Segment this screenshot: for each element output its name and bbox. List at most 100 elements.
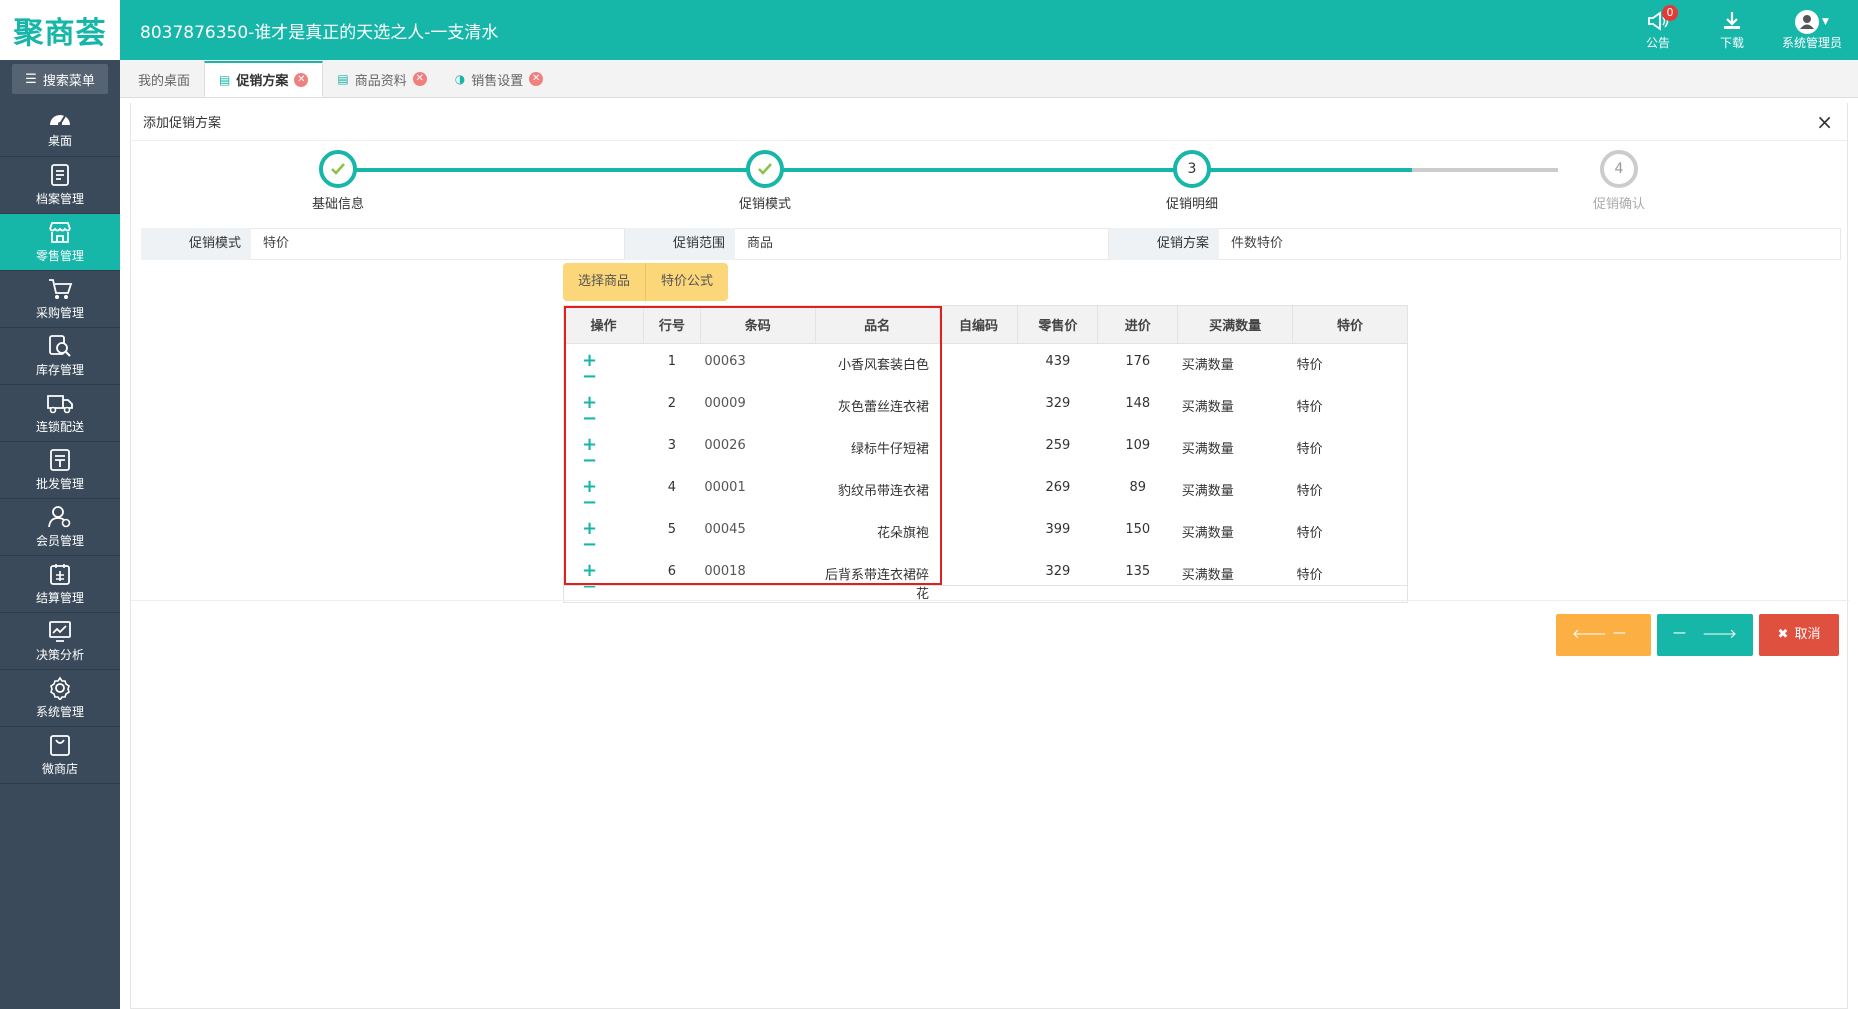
sidebar-item-wholesale[interactable]: 批发管理: [0, 442, 120, 499]
prev-step-button[interactable]: 🡐 上一步: [1556, 585, 1651, 684]
special-price-input[interactable]: 特价: [1293, 344, 1408, 387]
column-header: 特价: [1292, 305, 1408, 344]
tab-promotion-plan[interactable]: ▤ 促销方案 ✕: [204, 61, 324, 97]
close-icon[interactable]: ✕: [412, 72, 427, 86]
close-icon[interactable]: ×: [1816, 110, 1833, 134]
promotion-detail-table: 操作 行号 条码 品名 自编码 零售价 进价 买满数量 特价 +− 1 00063 小…: [563, 305, 1408, 603]
barcode-cell: 00063: [704, 354, 746, 369]
cancel-button[interactable]: ✖ 取消: [1759, 614, 1839, 656]
search-menu-button[interactable]: ☰ 搜索菜单: [12, 64, 108, 94]
qty-threshold-input[interactable]: 买满数量: [1178, 512, 1293, 554]
row-operations: +−: [564, 470, 644, 512]
special-price-input[interactable]: 特价: [1293, 512, 1408, 554]
special-price-input[interactable]: 特价: [1293, 554, 1408, 603]
remove-row-icon[interactable]: −: [582, 578, 597, 596]
sidebar-item-label: 结算管理: [35, 591, 84, 605]
qty-threshold-input[interactable]: 买满数量: [1178, 344, 1293, 387]
sidebar-item-purchase[interactable]: 采购管理: [0, 271, 120, 328]
close-icon[interactable]: ✕: [294, 72, 309, 87]
cart-icon: [49, 279, 73, 299]
remove-row-icon[interactable]: −: [582, 494, 597, 512]
logo[interactable]: 聚商荟: [0, 0, 120, 60]
sidebar-item-inventory[interactable]: 库存管理: [0, 328, 120, 385]
next-step-button[interactable]: 下一步 🡒: [1657, 585, 1753, 684]
tab-label: 销售设置: [471, 73, 524, 89]
sidebar-item-member[interactable]: 会员管理: [0, 499, 120, 556]
row-operations: +−: [564, 386, 644, 428]
file-icon: [51, 164, 69, 186]
qty-threshold-input[interactable]: 买满数量: [1178, 554, 1293, 603]
member-icon: [48, 506, 71, 528]
tab-label: 我的桌面: [138, 73, 191, 89]
column-header: 买满数量: [1177, 305, 1294, 344]
wholesale-icon: [50, 449, 70, 471]
cost-price-cell: 150: [1125, 522, 1151, 537]
panel-header: 添加促销方案 ×: [131, 103, 1847, 141]
self-code-cell: [939, 428, 1018, 470]
qty-threshold-input[interactable]: 买满数量: [1178, 470, 1293, 512]
sidebar-item-label: 桌面: [47, 134, 72, 148]
tab-product-data[interactable]: ▤ 商品资料 ✕: [323, 61, 440, 97]
sidebar-item-label: 库存管理: [35, 363, 84, 377]
step-number: 3: [1173, 150, 1211, 188]
sidebar-item-system[interactable]: 系统管理: [0, 670, 120, 727]
step-label: 基础信息: [311, 197, 364, 212]
cancel-label: 取消: [1794, 627, 1821, 642]
column-header: 零售价: [1017, 305, 1099, 344]
half-circle-icon: ◑: [454, 72, 466, 86]
sidebar-item-label: 系统管理: [35, 705, 84, 719]
announcement-label: 公告: [1645, 35, 1670, 50]
sidebar-item-label: 决策分析: [35, 648, 84, 662]
remove-row-icon[interactable]: −: [582, 452, 597, 470]
retail-price-cell: 439: [1045, 354, 1071, 369]
sidebar-item-retail[interactable]: 零售管理: [0, 214, 120, 271]
plan-label: 促销方案: [1109, 228, 1219, 260]
download-button[interactable]: 下载: [1702, 6, 1762, 54]
product-name-cell: 花朵旗袍: [877, 526, 930, 541]
row-number: 1: [667, 354, 677, 369]
sidebar-item-settlement[interactable]: 结算管理: [0, 556, 120, 613]
special-price-input[interactable]: 特价: [1293, 386, 1408, 428]
retail-price-cell: 399: [1045, 522, 1071, 537]
content-area: 添加促销方案 × 基础信息 促销模式 3 促销明细 4 促销确认 促销模式 特价…: [120, 98, 1858, 1009]
inventory-search-icon: [49, 335, 71, 357]
sidebar-item-analysis[interactable]: 决策分析: [0, 613, 120, 670]
table-row: +− 6 00018 后背系带连衣裙碎花 329 135 买满数量 特价: [564, 554, 1408, 603]
step-promo-detail: 3 促销明细: [1132, 150, 1252, 212]
row-operations: +−: [564, 512, 644, 554]
shop-bag-icon: [50, 735, 70, 756]
sidebar-item-desktop[interactable]: 桌面: [0, 100, 120, 157]
qty-threshold-input[interactable]: 买满数量: [1178, 386, 1293, 428]
tab-sales-settings[interactable]: ◑ 销售设置 ✕: [441, 61, 558, 97]
retail-price-cell: 259: [1045, 438, 1071, 453]
special-price-input[interactable]: 特价: [1293, 470, 1408, 512]
special-price-input[interactable]: 特价: [1293, 428, 1408, 470]
notification-badge: 0: [1662, 5, 1678, 21]
sidebar-item-archive[interactable]: 档案管理: [0, 157, 120, 214]
sidebar: ☰ 搜索菜单 桌面 档案管理 零售管理 采购管理 库存管理 连锁配送 批发管理 …: [0, 60, 120, 1009]
remove-row-icon[interactable]: −: [582, 536, 597, 554]
sidebar-item-microstore[interactable]: 微商店: [0, 727, 120, 784]
barcode-cell: 00045: [704, 522, 746, 537]
divider: [131, 600, 1849, 601]
table-row: +− 4 00001 豹纹吊带连衣裙 269 89 买满数量 特价: [564, 470, 1408, 512]
barcode-cell: 00018: [704, 564, 746, 579]
remove-row-icon[interactable]: −: [582, 368, 597, 386]
wizard-buttons: 🡐 上一步 下一步 🡒 ✖ 取消: [1556, 585, 1839, 684]
sidebar-item-distribution[interactable]: 连锁配送: [0, 385, 120, 442]
select-goods-button[interactable]: 选择商品: [563, 263, 647, 301]
store-icon: [49, 222, 71, 243]
remove-row-icon[interactable]: −: [582, 410, 597, 428]
user-menu[interactable]: ▼ 系统管理员: [1776, 6, 1848, 54]
step-label: 促销模式: [738, 197, 791, 212]
qty-threshold-input[interactable]: 买满数量: [1178, 428, 1293, 470]
row-number: 4: [667, 480, 677, 495]
step-label: 促销确认: [1592, 197, 1645, 212]
tab-my-desktop[interactable]: 我的桌面: [124, 61, 204, 97]
cost-price-cell: 176: [1125, 354, 1151, 369]
price-formula-button[interactable]: 特价公式: [646, 263, 729, 301]
announcement-button[interactable]: 0 公告: [1628, 5, 1688, 54]
list-icon: ▤: [337, 72, 349, 86]
close-icon[interactable]: ✕: [529, 72, 544, 86]
table-row: +− 2 00009 灰色蕾丝连衣裙 329 148 买满数量 特价: [564, 386, 1408, 428]
